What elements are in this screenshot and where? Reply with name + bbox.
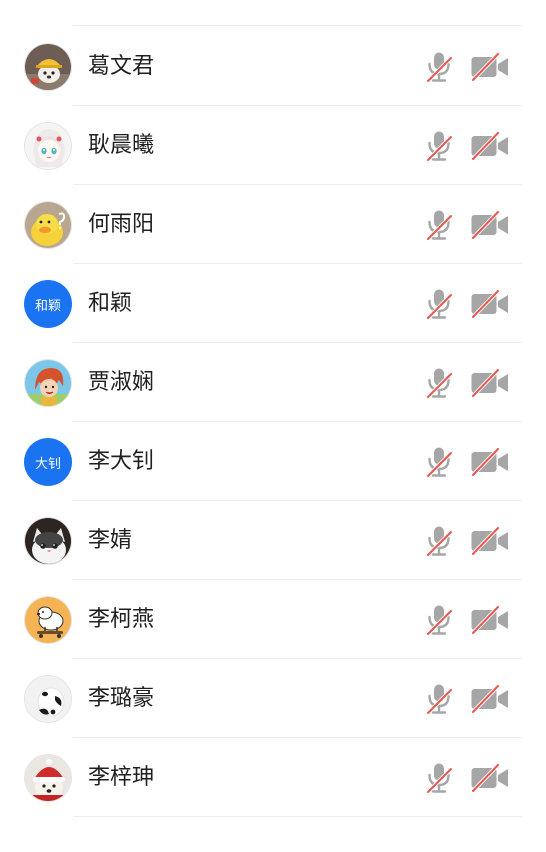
participant-name: 何雨阳 — [88, 212, 155, 237]
mic-muted-icon[interactable] — [425, 604, 453, 636]
divider — [73, 25, 522, 26]
participant-name: 和颖 — [88, 291, 133, 316]
participant-row[interactable]: 李婧 — [0, 501, 546, 580]
avatar-initials: 和颖 — [24, 280, 72, 328]
mic-muted-icon[interactable] — [425, 51, 453, 83]
cat-avatar-icon — [24, 517, 72, 565]
participant-list: 葛文君 耿晨曦 何雨阳 和颖 和颖 贾淑娴 大钊 李大钊 李婧 李柯燕 李璐豪 … — [0, 0, 546, 852]
camera-off-icon[interactable] — [470, 368, 510, 398]
participant-row[interactable]: 李璐豪 — [0, 659, 546, 738]
participant-row[interactable]: 和颖 和颖 — [0, 264, 546, 343]
camera-off-icon[interactable] — [470, 763, 510, 793]
mic-muted-icon[interactable] — [425, 525, 453, 557]
mic-muted-icon[interactable] — [425, 367, 453, 399]
mic-muted-icon[interactable] — [425, 683, 453, 715]
yellow-duck-avatar-icon — [24, 201, 72, 249]
dog-with-hat-avatar-icon — [24, 43, 72, 91]
camera-off-icon[interactable] — [470, 684, 510, 714]
avatar-initials: 大钊 — [24, 438, 72, 486]
participant-name: 李大钊 — [88, 449, 155, 474]
camera-off-icon[interactable] — [470, 605, 510, 635]
mic-muted-icon[interactable] — [425, 130, 453, 162]
participant-name: 贾淑娴 — [88, 370, 155, 395]
participant-row[interactable]: 大钊 李大钊 — [0, 422, 546, 501]
panda-avatar-icon — [24, 675, 72, 723]
mic-muted-icon[interactable] — [425, 209, 453, 241]
divider — [73, 816, 522, 817]
dog-santa-hat-avatar-icon — [24, 754, 72, 802]
anime-girl-avatar-icon — [24, 122, 72, 170]
participant-name: 李柯燕 — [88, 607, 155, 632]
camera-off-icon[interactable] — [470, 210, 510, 240]
participant-row[interactable]: 李柯燕 — [0, 580, 546, 659]
participant-name: 李婧 — [88, 528, 133, 553]
participant-row[interactable]: 何雨阳 — [0, 185, 546, 264]
camera-off-icon[interactable] — [470, 447, 510, 477]
participant-row[interactable]: 李梓珅 — [0, 738, 546, 817]
participant-row[interactable]: 贾淑娴 — [0, 343, 546, 422]
camera-off-icon[interactable] — [470, 526, 510, 556]
camera-off-icon[interactable] — [470, 289, 510, 319]
participant-name: 葛文君 — [88, 54, 155, 79]
mic-muted-icon[interactable] — [425, 288, 453, 320]
cartoon-girl-avatar-icon — [24, 359, 72, 407]
participant-name: 李璐豪 — [88, 686, 155, 711]
camera-off-icon[interactable] — [470, 131, 510, 161]
participant-row[interactable]: 葛文君 — [0, 27, 546, 106]
participant-row[interactable]: 耿晨曦 — [0, 106, 546, 185]
camera-off-icon[interactable] — [470, 52, 510, 82]
cartoon-dog-skateboard-avatar-icon — [24, 596, 72, 644]
mic-muted-icon[interactable] — [425, 762, 453, 794]
participant-name: 李梓珅 — [88, 765, 155, 790]
mic-muted-icon[interactable] — [425, 446, 453, 478]
participant-name: 耿晨曦 — [88, 133, 155, 158]
